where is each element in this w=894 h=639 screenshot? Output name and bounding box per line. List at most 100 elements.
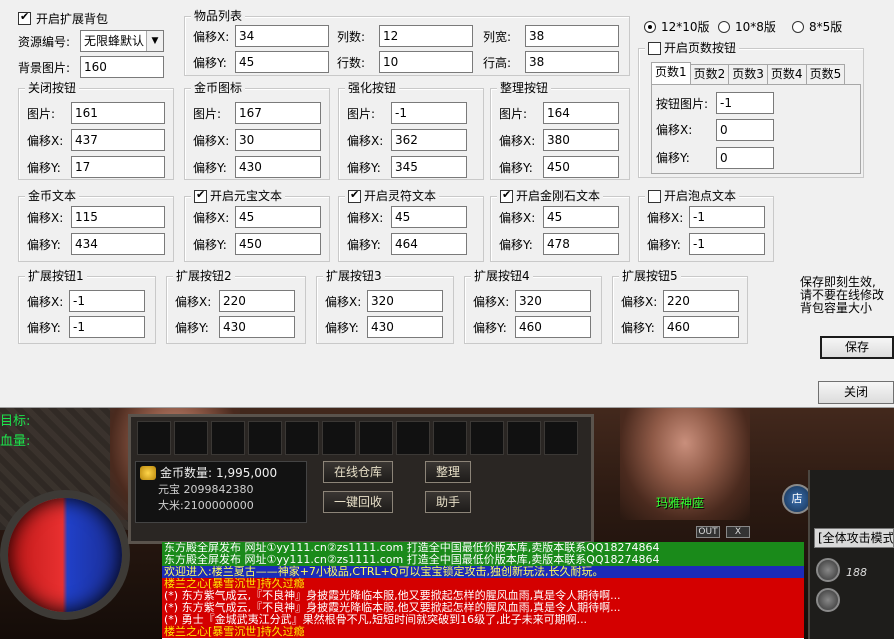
- ext4-x-label: 偏移X:: [473, 295, 510, 309]
- close-button[interactable]: 关闭: [818, 381, 894, 404]
- page-y-input[interactable]: 0: [716, 147, 774, 169]
- save-button[interactable]: 保存: [820, 336, 894, 359]
- page-x-input[interactable]: 0: [716, 119, 774, 141]
- page-img-input[interactable]: -1: [716, 92, 774, 114]
- bag-slot[interactable]: [248, 421, 282, 455]
- yuanbao-y-input[interactable]: 450: [235, 233, 321, 255]
- npc-name[interactable]: 玛雅神座: [656, 494, 704, 511]
- enable-bag-checkbox[interactable]: 开启扩展背包: [18, 10, 108, 27]
- lingfu-y-input[interactable]: 464: [391, 233, 467, 255]
- recycle-button[interactable]: 一键回收: [323, 491, 393, 513]
- ext2-x-input[interactable]: 220: [219, 290, 295, 312]
- save-note-line: 背包容量大小: [800, 301, 873, 315]
- bag-slot[interactable]: [359, 421, 393, 455]
- bag-slot[interactable]: [470, 421, 504, 455]
- resource-select[interactable]: 无限蜂默认 ▼: [80, 30, 164, 52]
- bag-slot[interactable]: [544, 421, 578, 455]
- close-button-group-title: 关闭按钮: [25, 81, 80, 95]
- close-x-input[interactable]: 437: [71, 129, 165, 151]
- bubble-y-input[interactable]: -1: [689, 233, 765, 255]
- gold-icon-group: 金币图标 图片: 167 偏移X: 30 偏移Y: 430: [184, 81, 330, 180]
- tab-page-5[interactable]: 页数5: [805, 64, 846, 84]
- ext2-y-input[interactable]: 430: [219, 316, 295, 338]
- sort-button[interactable]: 整理: [425, 461, 471, 483]
- bubble-text-title[interactable]: 开启泡点文本: [645, 189, 740, 203]
- page-y-label: 偏移Y:: [656, 151, 690, 165]
- items-offy-input[interactable]: 45: [235, 51, 329, 73]
- items-cols-input[interactable]: 12: [379, 25, 473, 47]
- bag-frame: 金币数量: 1,995,000 元宝 2099842380 大米:21000000…: [128, 414, 594, 544]
- ext1-x-input[interactable]: -1: [69, 290, 145, 312]
- layout-radio-8x5[interactable]: 8*5版: [792, 18, 842, 35]
- sort-img-input[interactable]: 164: [543, 102, 619, 124]
- ext5-y-input[interactable]: 460: [663, 316, 739, 338]
- yuanbao-line: 元宝 2099842380: [158, 483, 254, 496]
- layout-radio-10x8[interactable]: 10*8版: [718, 18, 776, 35]
- diamond-x-input[interactable]: 45: [543, 206, 619, 228]
- tab-page-2[interactable]: 页数2: [689, 64, 730, 84]
- tab-page-3[interactable]: 页数3: [728, 64, 768, 84]
- gold-y-input[interactable]: 430: [235, 156, 321, 178]
- page-button-title[interactable]: 开启页数按钮: [645, 41, 740, 55]
- sort-y-input[interactable]: 450: [543, 156, 619, 178]
- tab-panel: 按钮图片: -1 偏移X: 0 偏移Y: 0: [651, 84, 861, 174]
- enhance-x-input[interactable]: 362: [391, 129, 467, 151]
- bag-slot[interactable]: [507, 421, 541, 455]
- enhance-y-label: 偏移Y:: [347, 161, 381, 175]
- ext5-x-input[interactable]: 220: [663, 290, 739, 312]
- goldtext-x-input[interactable]: 115: [71, 206, 165, 228]
- enhance-img-input[interactable]: -1: [391, 102, 467, 124]
- yuanbao-x-input[interactable]: 45: [235, 206, 321, 228]
- close-chat-icon[interactable]: X: [726, 526, 750, 538]
- close-img-input[interactable]: 161: [71, 102, 165, 124]
- helper-button[interactable]: 助手: [425, 491, 471, 513]
- bag-slot[interactable]: [137, 421, 171, 455]
- chevron-down-icon[interactable]: ▼: [146, 31, 163, 51]
- items-colw-input[interactable]: 38: [525, 25, 619, 47]
- close-y-input[interactable]: 17: [71, 156, 165, 178]
- yuanbao-text-title[interactable]: 开启元宝文本: [191, 188, 286, 203]
- menu-icon[interactable]: [816, 588, 840, 612]
- lingfu-y-label: 偏移Y:: [347, 238, 381, 252]
- ext4-x-input[interactable]: 320: [515, 290, 591, 312]
- items-rows-input[interactable]: 10: [379, 51, 473, 73]
- ext3-y-input[interactable]: 430: [367, 316, 443, 338]
- attack-mode[interactable]: [全体攻击模式]: [814, 528, 894, 548]
- checkbox-icon: [194, 188, 207, 203]
- gold-x-input[interactable]: 30: [235, 129, 321, 151]
- layout-label: 8*5版: [809, 20, 843, 34]
- items-rowh-input[interactable]: 38: [525, 51, 619, 73]
- bag-slot[interactable]: [285, 421, 319, 455]
- enhance-y-input[interactable]: 345: [391, 156, 467, 178]
- goldtext-y-input[interactable]: 434: [71, 233, 165, 255]
- ext4-y-input[interactable]: 460: [515, 316, 591, 338]
- items-offx-input[interactable]: 34: [235, 25, 329, 47]
- lingfu-text-title[interactable]: 开启灵符文本: [345, 188, 440, 203]
- items-offx-label: 偏移X:: [193, 30, 230, 44]
- bubble-x-input[interactable]: -1: [689, 206, 765, 228]
- bag-slot[interactable]: [322, 421, 356, 455]
- enable-bag-label: 开启扩展背包: [36, 12, 109, 26]
- diamond-text-title[interactable]: 开启金刚石文本: [497, 188, 604, 203]
- ext3-x-input[interactable]: 320: [367, 290, 443, 312]
- lingfu-text-group: 开启灵符文本 偏移X: 45 偏移Y: 464: [338, 188, 484, 262]
- sort-x-input[interactable]: 380: [543, 129, 619, 151]
- menu-icon[interactable]: [816, 558, 840, 582]
- diamond-y-input[interactable]: 478: [543, 233, 619, 255]
- checkbox-icon: [648, 41, 661, 55]
- tab-page-4[interactable]: 页数4: [766, 64, 807, 84]
- chat-box: 东方殿全屏发布 网址①yy111.cn②zs1111.com 打造全中国最低价版…: [162, 542, 804, 639]
- bag-slot[interactable]: [211, 421, 245, 455]
- out-button[interactable]: OUT: [696, 526, 720, 538]
- lingfu-x-input[interactable]: 45: [391, 206, 467, 228]
- tab-page-1[interactable]: 页数1: [651, 62, 691, 84]
- diamond-x-label: 偏移X:: [499, 211, 536, 225]
- bg-input[interactable]: 160: [80, 56, 164, 78]
- layout-radio-12x10[interactable]: 12*10版: [644, 18, 710, 35]
- bag-slot[interactable]: [174, 421, 208, 455]
- warehouse-button[interactable]: 在线仓库: [323, 461, 393, 483]
- bag-slot[interactable]: [396, 421, 430, 455]
- gold-img-input[interactable]: 167: [235, 102, 321, 124]
- ext1-y-input[interactable]: -1: [69, 316, 145, 338]
- bag-slot[interactable]: [433, 421, 467, 455]
